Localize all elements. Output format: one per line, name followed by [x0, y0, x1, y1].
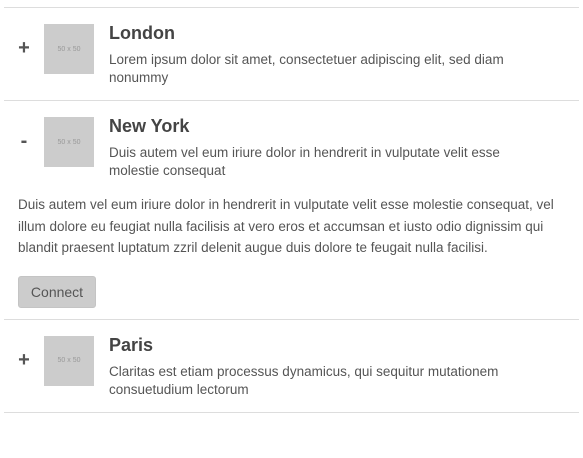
thumbnail-label: 50 x 50 — [57, 138, 81, 146]
item-summary: Lorem ipsum dolor sit amet, consectetuer… — [109, 52, 504, 85]
thumbnail-image: 50 x 50 — [44, 24, 94, 74]
item-header[interactable]: - 50 x 50 New York Duis autem vel eum ir… — [4, 101, 579, 193]
thumbnail-label: 50 x 50 — [57, 357, 81, 364]
connect-button[interactable]: Connect — [18, 275, 96, 308]
accordion-list: + 50 x 50 London Lorem ipsum dolor sit a… — [4, 7, 579, 413]
thumbnail-image: 50 x 50 — [44, 335, 94, 386]
item-title: London — [109, 23, 175, 43]
item-body-text: Duis autem vel eum iriure dolor in hendr… — [18, 197, 554, 255]
list-item-london: + 50 x 50 London Lorem ipsum dolor sit a… — [4, 8, 579, 101]
item-summary: Duis autem vel eum iriure dolor in hendr… — [109, 145, 500, 178]
thumbnail-image: 50 x 50 — [44, 117, 94, 167]
item-header[interactable]: + 50 x 50 Paris Claritas est etiam proce… — [4, 320, 579, 412]
list-item-paris: + 50 x 50 Paris Claritas est etiam proce… — [4, 320, 579, 413]
expand-icon[interactable]: + — [16, 350, 32, 370]
item-title: New York — [109, 116, 190, 136]
collapse-icon[interactable]: - — [16, 131, 32, 151]
item-expanded-body: Duis autem vel eum iriure dolor in hendr… — [4, 193, 579, 319]
thumbnail-label: 50 x 50 — [57, 45, 81, 53]
expand-icon[interactable]: + — [16, 38, 32, 58]
item-title: Paris — [109, 334, 154, 355]
item-summary: Claritas est etiam processus dynamicus, … — [109, 363, 499, 397]
item-header[interactable]: + 50 x 50 London Lorem ipsum dolor sit a… — [4, 8, 579, 100]
list-item-new-york: - 50 x 50 New York Duis autem vel eum ir… — [4, 101, 579, 320]
